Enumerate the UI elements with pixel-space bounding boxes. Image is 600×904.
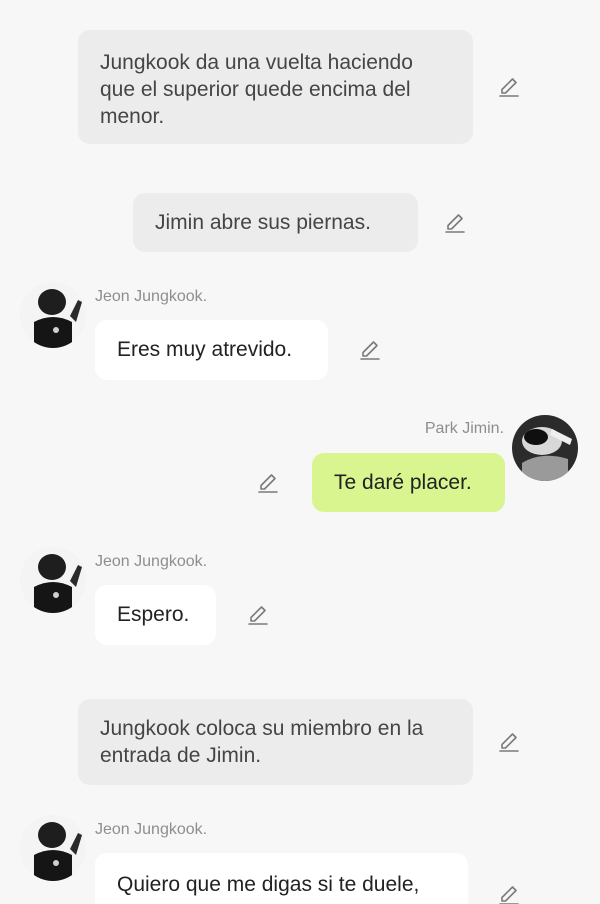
avatar-jungkook[interactable]	[20, 282, 86, 348]
narration-text: Jimin abre sus piernas.	[155, 211, 371, 234]
sender-name: Park Jimin.	[424, 420, 504, 437]
sender-name: Jeon Jungkook.	[95, 288, 208, 305]
incoming-bubble: Eres muy atrevido.	[95, 320, 328, 380]
edit-icon[interactable]	[498, 731, 520, 753]
avatar-jungkook[interactable]	[20, 815, 86, 881]
incoming-bubble: Espero.	[95, 585, 216, 645]
edit-icon[interactable]	[444, 212, 466, 234]
sender-name: Jeon Jungkook.	[95, 821, 208, 838]
message-text: Quiero que me digas si te duele,	[117, 873, 420, 896]
narration-bubble: Jungkook coloca su miembro en la entrada…	[78, 699, 473, 785]
narration-text: Jungkook da una vuelta haciendo que el s…	[100, 51, 413, 128]
narration-bubble: Jungkook da una vuelta haciendo que el s…	[78, 30, 473, 144]
sender-name: Jeon Jungkook.	[95, 553, 208, 570]
message-text: Eres muy atrevido.	[117, 338, 293, 361]
edit-icon[interactable]	[257, 472, 279, 494]
incoming-bubble: Quiero que me digas si te duele,	[95, 853, 468, 904]
narration-bubble: Jimin abre sus piernas.	[133, 193, 418, 252]
edit-icon[interactable]	[359, 339, 381, 361]
edit-icon[interactable]	[498, 884, 520, 904]
edit-icon[interactable]	[247, 604, 269, 626]
outgoing-bubble: Te daré placer.	[312, 453, 505, 512]
edit-icon[interactable]	[498, 76, 520, 98]
avatar-jungkook[interactable]	[20, 547, 86, 613]
avatar-jimin[interactable]	[512, 415, 578, 481]
narration-text: Jungkook coloca su miembro en la entrada…	[100, 717, 424, 767]
message-text: Te daré placer.	[334, 470, 472, 494]
message-text: Espero.	[117, 603, 190, 626]
